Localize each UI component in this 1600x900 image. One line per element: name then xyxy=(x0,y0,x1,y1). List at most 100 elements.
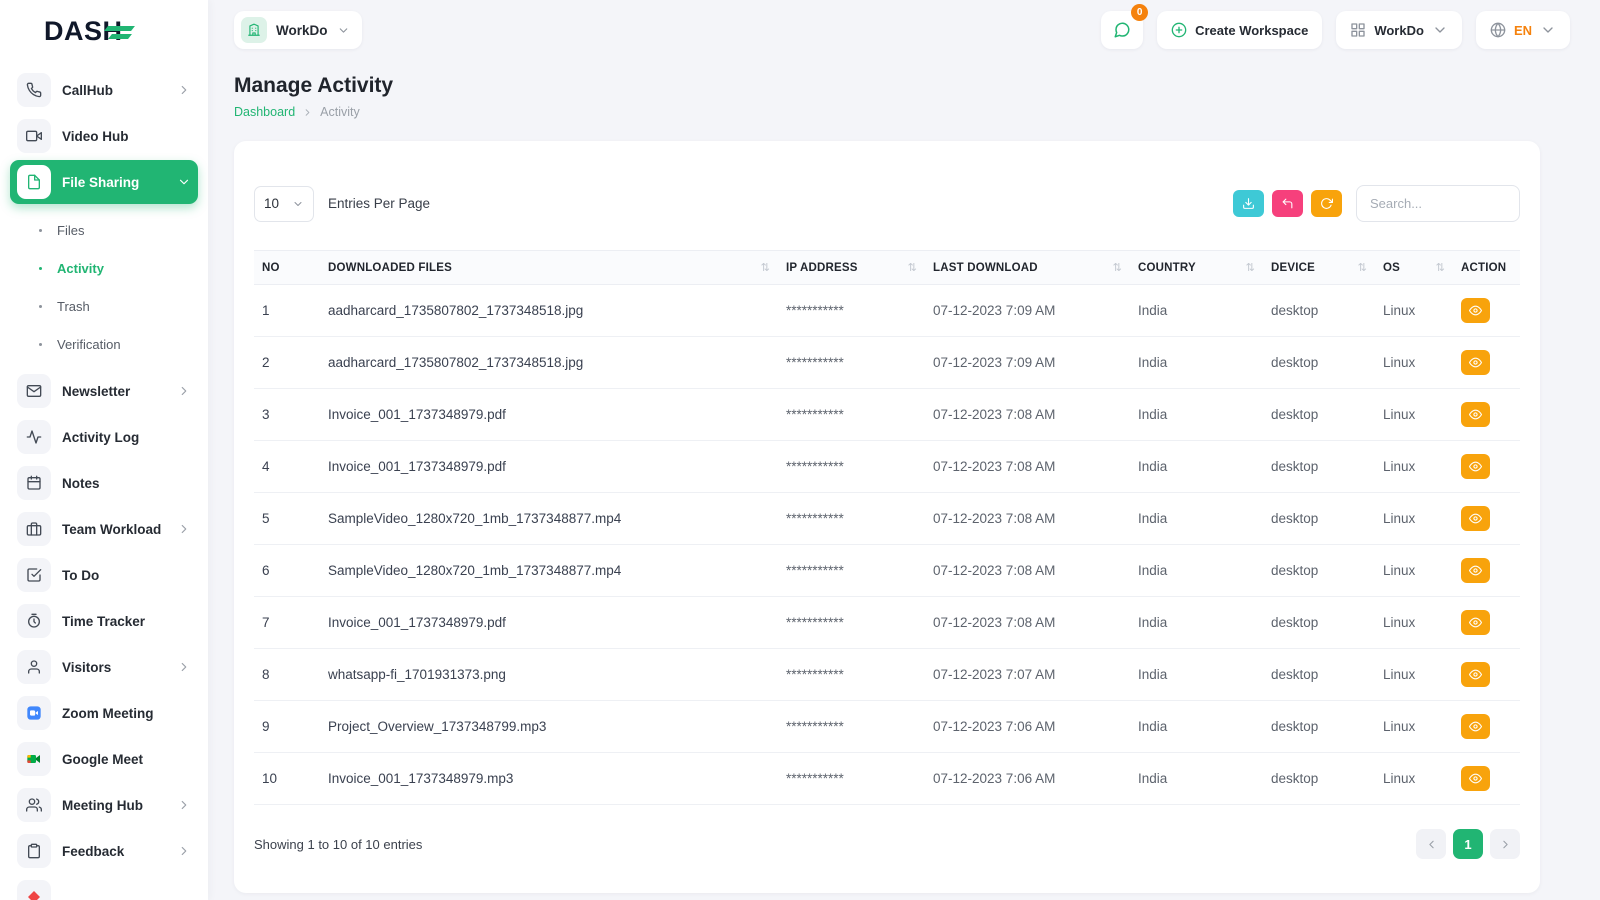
cell-last-download: 07-12-2023 7:07 AM xyxy=(925,649,1130,701)
column-header-os[interactable]: OS⇅ xyxy=(1375,251,1453,285)
cell-downloaded-file: Invoice_001_1737348979.mp3 xyxy=(320,753,778,805)
sidebar-item-label: Newsletter xyxy=(62,384,166,399)
content: Manage Activity Dashboard Activity 10 En… xyxy=(208,60,1600,900)
sidebar-item-activity-log[interactable]: Activity Log xyxy=(10,415,198,459)
controls-right xyxy=(1233,185,1520,222)
cell-ip-address: *********** xyxy=(778,337,925,389)
previous-page-button[interactable] xyxy=(1416,829,1446,859)
cell-country: India xyxy=(1130,597,1263,649)
cell-no: 1 xyxy=(254,285,320,337)
sidebar-item-label: Feedback xyxy=(62,844,166,859)
cell-last-download: 07-12-2023 7:08 AM xyxy=(925,441,1130,493)
cell-ip-address: *********** xyxy=(778,753,925,805)
sidebar-subitem-label: Verification xyxy=(57,337,121,352)
sidebar-subitem-trash[interactable]: Trash xyxy=(28,287,198,325)
sidebar-menu: CallHubVideo HubFile SharingFilesActivit… xyxy=(0,62,208,900)
workspace-selector[interactable]: WorkDo xyxy=(234,11,362,49)
sidebar-item-time-tracker[interactable]: Time Tracker xyxy=(10,599,198,643)
activity-card: 10 Entries Per Page NODOWNL xyxy=(234,141,1540,893)
column-header-device[interactable]: DEVICE⇅ xyxy=(1263,251,1375,285)
cell-os: Linux xyxy=(1375,441,1453,493)
view-button[interactable] xyxy=(1461,402,1490,427)
sidebar-subitem-files[interactable]: Files xyxy=(28,211,198,249)
sort-icon: ⇅ xyxy=(908,261,917,274)
view-button[interactable] xyxy=(1461,454,1490,479)
app-logo[interactable]: DASH xyxy=(0,0,208,62)
cell-last-download: 07-12-2023 7:08 AM xyxy=(925,545,1130,597)
view-button[interactable] xyxy=(1461,350,1490,375)
search-input[interactable] xyxy=(1356,185,1520,222)
column-header-last-download[interactable]: LAST DOWNLOAD⇅ xyxy=(925,251,1130,285)
sidebar-item-callhub[interactable]: CallHub xyxy=(10,68,198,112)
undo-button[interactable] xyxy=(1272,190,1303,217)
sidebar-subitem-activity[interactable]: Activity xyxy=(28,249,198,287)
logo-accent-icon xyxy=(106,26,133,39)
sidebar: DASH CallHubVideo HubFile SharingFilesAc… xyxy=(0,0,208,900)
create-workspace-label: Create Workspace xyxy=(1195,23,1308,38)
sidebar-subitem-verification[interactable]: Verification xyxy=(28,325,198,363)
create-workspace-button[interactable]: Create Workspace xyxy=(1157,11,1322,49)
download-button[interactable] xyxy=(1233,190,1264,217)
table-row: 10Invoice_001_1737348979.mp3***********0… xyxy=(254,753,1520,805)
eye-icon xyxy=(1469,356,1482,369)
column-header-country[interactable]: COUNTRY⇅ xyxy=(1130,251,1263,285)
view-button[interactable] xyxy=(1461,766,1490,791)
view-button[interactable] xyxy=(1461,662,1490,687)
cell-downloaded-file: aadharcard_1735807802_1737348518.jpg xyxy=(320,285,778,337)
sidebar-item-item[interactable] xyxy=(10,875,198,900)
sort-icon: ⇅ xyxy=(1113,261,1122,274)
topbar-right: 0 Create Workspace WorkDo EN xyxy=(1101,11,1570,49)
sidebar-item-file-sharing[interactable]: File Sharing xyxy=(10,160,198,204)
cell-device: desktop xyxy=(1263,493,1375,545)
sidebar-item-zoom-meeting[interactable]: Zoom Meeting xyxy=(10,691,198,735)
column-header-downloaded-files[interactable]: DOWNLOADED FILES⇅ xyxy=(320,251,778,285)
app-switcher-label: WorkDo xyxy=(1374,23,1424,38)
entries-per-page-select[interactable]: 10 xyxy=(254,186,314,222)
view-button[interactable] xyxy=(1461,298,1490,323)
refresh-button[interactable] xyxy=(1311,190,1342,217)
sidebar-item-visitors[interactable]: Visitors xyxy=(10,645,198,689)
entries-per-page-value: 10 xyxy=(264,196,279,211)
sidebar-item-team-workload[interactable]: Team Workload xyxy=(10,507,198,551)
sidebar-item-to-do[interactable]: To Do xyxy=(10,553,198,597)
view-button[interactable] xyxy=(1461,610,1490,635)
table-controls: 10 Entries Per Page xyxy=(254,185,1520,222)
cell-ip-address: *********** xyxy=(778,493,925,545)
sidebar-item-newsletter[interactable]: Newsletter xyxy=(10,369,198,413)
sidebar-item-google-meet[interactable]: Google Meet xyxy=(10,737,198,781)
sidebar-item-label: File Sharing xyxy=(62,175,166,190)
sidebar-item-meeting-hub[interactable]: Meeting Hub xyxy=(10,783,198,827)
globe-icon xyxy=(1490,22,1506,38)
cell-last-download: 07-12-2023 7:06 AM xyxy=(925,753,1130,805)
sidebar-item-video-hub[interactable]: Video Hub xyxy=(10,114,198,158)
cell-action xyxy=(1453,649,1520,701)
language-label: EN xyxy=(1514,23,1532,38)
view-button[interactable] xyxy=(1461,714,1490,739)
cell-country: India xyxy=(1130,649,1263,701)
building-icon xyxy=(247,23,261,37)
sidebar-item-label: Visitors xyxy=(62,660,166,675)
sidebar-item-notes[interactable]: Notes xyxy=(10,461,198,505)
page-number-button[interactable]: 1 xyxy=(1453,829,1483,859)
cell-country: India xyxy=(1130,285,1263,337)
chevron-down-icon xyxy=(292,198,304,210)
grid-icon xyxy=(1350,22,1366,38)
sidebar-item-feedback[interactable]: Feedback xyxy=(10,829,198,873)
entries-per-page-label: Entries Per Page xyxy=(328,196,430,211)
messages-button[interactable]: 0 xyxy=(1101,11,1143,49)
clipboard-icon xyxy=(26,843,42,859)
timer-icon xyxy=(26,613,42,629)
next-page-button[interactable] xyxy=(1490,829,1520,859)
sidebar-item-label: Time Tracker xyxy=(62,614,191,629)
cell-no: 3 xyxy=(254,389,320,441)
view-button[interactable] xyxy=(1461,558,1490,583)
table-tools xyxy=(1233,190,1342,217)
sort-icon: ⇅ xyxy=(761,261,770,274)
chevron-left-icon xyxy=(1425,838,1438,851)
breadcrumb-dashboard-link[interactable]: Dashboard xyxy=(234,105,295,119)
language-selector[interactable]: EN xyxy=(1476,11,1570,49)
view-button[interactable] xyxy=(1461,506,1490,531)
topbar: WorkDo 0 Create Workspace WorkDo xyxy=(208,0,1600,60)
app-switcher-dropdown[interactable]: WorkDo xyxy=(1336,11,1462,49)
column-header-ip-address[interactable]: IP ADDRESS⇅ xyxy=(778,251,925,285)
